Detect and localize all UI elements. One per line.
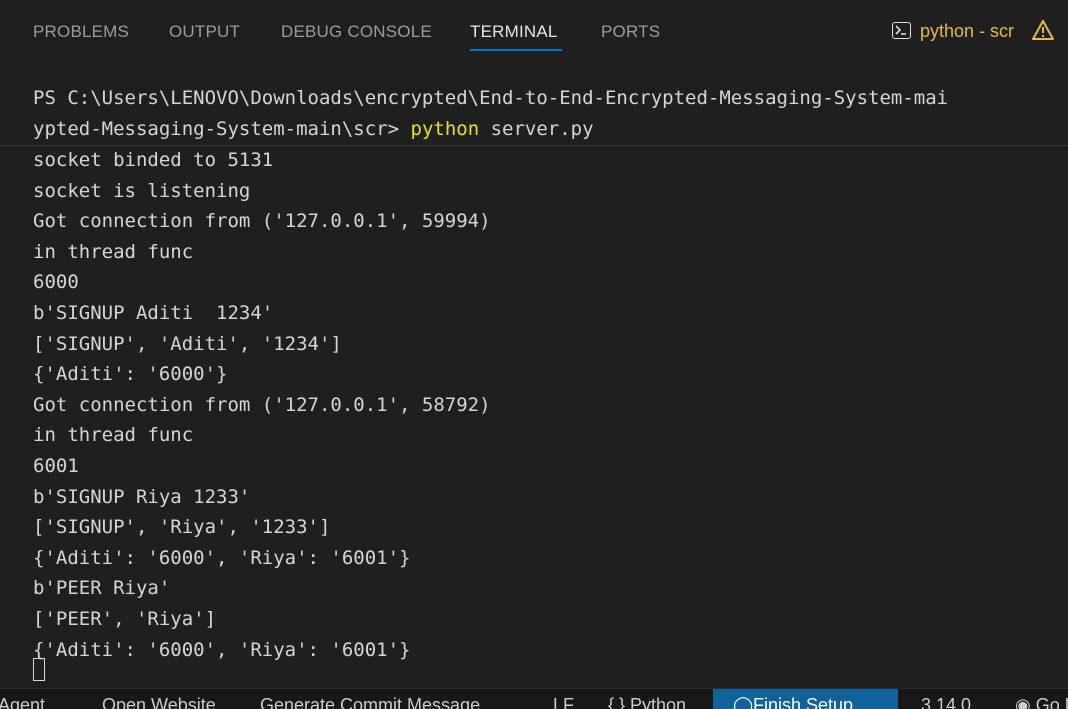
output-line: ['PEER', 'Riya'] [33,608,217,630]
prompt-separator [0,145,1068,146]
output-line: 6000 [33,271,79,294]
terminal-panel: PROBLEMS OUTPUT DEBUG CONSOLE TERMINAL P… [0,0,1068,709]
output-line: 6001 [33,455,79,477]
output-line: {'Aditi': '6000', 'Riya': '6001'} [33,638,411,661]
output-line: Got connection from ('127.0.0.1', 58792) [33,393,491,416]
warning-icon [1032,20,1054,44]
output-line: socket binded to 5131 [33,149,274,171]
tab-terminal[interactable]: TERMINAL [470,22,558,42]
output-line: in thread func [33,240,194,263]
terminal-instance-label: python - scr [920,21,1015,41]
status-generate-commit-message[interactable]: Generate Commit Message [260,695,480,709]
status-line-ending[interactable]: LF [553,695,574,709]
status-go-live[interactable]: ◉ Go Live [1015,695,1068,709]
output-line: ['SIGNUP', 'Riya', '1233'] [33,516,331,539]
status-open-website[interactable]: Open Website [102,695,216,709]
status-agent[interactable]: Agent [0,695,45,709]
output-line: b'SIGNUP Riya 1233' [33,485,251,508]
accounts-icon: ◯ [733,695,754,709]
output-line: socket is listening [33,179,251,202]
output-line: b'PEER Riya' [33,577,171,600]
output-line: {'Aditi': '6000'} [33,363,228,386]
status-python-version[interactable]: 3.14.0 [921,695,971,709]
terminal-icon [892,22,911,39]
output-line: b'SIGNUP Aditi 1234' [33,302,274,324]
command-name: python [410,118,480,140]
output-line: in thread func [33,424,194,447]
broadcast-icon: ◉ [1015,695,1031,709]
prompt-line: PS C:\Users\LENOVO\Downloads\encrypted\E… [33,87,949,109]
prompt-command-line: ypted-Messaging-System-main\scr> python … [33,114,594,144]
status-finish-setup[interactable]: ◯Finish Setup [733,695,853,709]
output-line: ['SIGNUP', 'Aditi', '1234'] [33,332,342,355]
panel-tab-bar: PROBLEMS OUTPUT DEBUG CONSOLE TERMINAL P… [0,0,1068,70]
output-line: Got connection from ('127.0.0.1', 59994) [33,210,491,233]
tab-output[interactable]: OUTPUT [169,22,240,42]
active-tab-indicator [470,49,562,51]
terminal-cursor [33,658,45,681]
prompt-path: ypted-Messaging-System-main\scr> [33,118,411,140]
output-line: {'Aditi': '6000', 'Riya': '6001'} [33,546,411,569]
tab-problems[interactable]: PROBLEMS [33,22,129,42]
tab-ports[interactable]: PORTS [601,22,660,42]
tab-debug-console[interactable]: DEBUG CONSOLE [281,22,432,42]
command-args: server.py [479,118,594,140]
status-language-mode[interactable]: { } Python [608,695,686,709]
status-bar: Agent Open Website Generate Commit Messa… [0,688,1068,709]
